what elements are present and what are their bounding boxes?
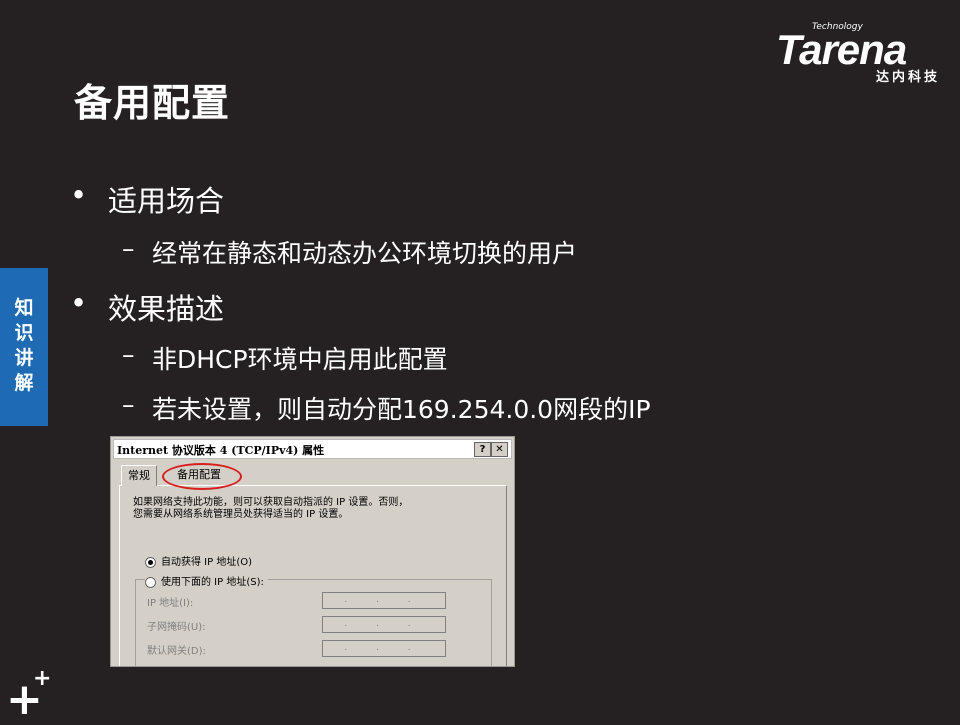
radio-auto-ip[interactable]: 自动获得 IP 地址(O)	[145, 553, 252, 568]
plus-small-decoration-icon: +	[33, 666, 52, 691]
ip-address-label: IP 地址(I):	[147, 598, 194, 609]
subnet-mask-label: 子网掩码(U):	[147, 622, 206, 633]
radio-selected-icon	[145, 556, 156, 568]
side-tab-label: 知识讲解	[14, 297, 34, 394]
sub-bullet-text: 若未设置，则自动分配169.254.0.0网段的IP	[152, 395, 651, 424]
tarena-logo: Technology Tarena 达内科技	[776, 22, 944, 85]
bullet-text: 适用场合	[108, 184, 225, 218]
radio-manual-label: 使用下面的 IP 地址(S):	[161, 577, 264, 588]
sub-bullet-dash: –	[122, 234, 135, 263]
radio-auto-label: 自动获得 IP 地址(O)	[161, 557, 253, 568]
side-tab[interactable]: 知识讲解	[0, 268, 48, 426]
sub-bullet-dash: –	[122, 390, 135, 419]
dialog-description: 如果网络支持此功能，则可以获取自动指派的 IP 设置。否则， 您需要从网络系统管…	[133, 497, 493, 521]
dialog-title: Internet 协议版本 4 (TCP/IPv4) 属性	[117, 444, 325, 457]
tcpip-properties-dialog: Internet 协议版本 4 (TCP/IPv4) 属性 ? ✕ 常规 备用配…	[110, 436, 515, 667]
sub-bullet-text: 经常在静态和动态办公环境切换的用户	[152, 239, 578, 268]
tab-general[interactable]: 常规	[121, 465, 157, 486]
close-button[interactable]: ✕	[491, 442, 508, 457]
default-gateway-label: 默认网关(D):	[147, 646, 206, 657]
description-line: 如果网络支持此功能，则可以获取自动指派的 IP 设置。否则，	[133, 497, 409, 508]
dialog-titlebar: Internet 协议版本 4 (TCP/IPv4) 属性 ? ✕	[113, 439, 512, 459]
bullet-text: 效果描述	[108, 292, 225, 326]
help-button[interactable]: ?	[474, 442, 491, 457]
default-gateway-input[interactable]: . . .	[322, 640, 446, 657]
sub-bullet-text: 非DHCP环境中启用此配置	[152, 345, 448, 374]
radio-manual-ip[interactable]: 使用下面的 IP 地址(S):	[145, 573, 268, 588]
description-line: 您需要从网络系统管理员处获得适当的 IP 设置。	[133, 509, 349, 520]
slide-title: 备用配置	[74, 81, 231, 125]
sub-bullet-dash: –	[122, 340, 135, 369]
radio-unselected-icon	[145, 576, 156, 588]
ip-address-input[interactable]: . . .	[322, 592, 446, 609]
logo-subtitle: 达内科技	[875, 70, 940, 85]
bullet-dot: •	[70, 286, 88, 320]
subnet-mask-input[interactable]: . . .	[322, 616, 446, 633]
bullet-dot: •	[70, 178, 88, 212]
highlight-circle	[162, 463, 242, 490]
